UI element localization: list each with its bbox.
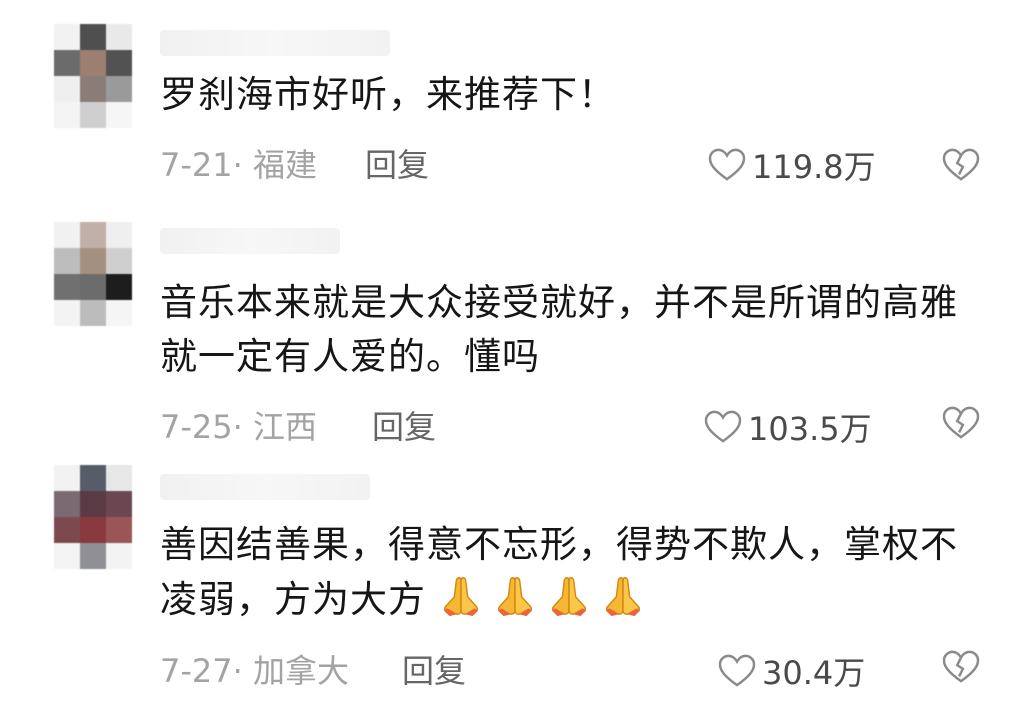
avatar-pixel [54, 465, 80, 491]
avatar-pixel [54, 76, 80, 102]
avatar-pixel [54, 300, 80, 326]
avatar-pixel [54, 24, 80, 50]
like-count: 103.5万 [748, 410, 872, 448]
avatar-pixel [54, 248, 80, 274]
avatar-pixel [106, 76, 132, 102]
avatar-pixel [106, 248, 132, 274]
like-count: 119.8万 [752, 148, 876, 186]
comment-text: 罗刹海市好听，来推荐下！ [160, 73, 616, 116]
comment-text: 善因结善果，得意不忘形，得势不欺人，掌权不凌弱，方为大方 [160, 518, 980, 627]
broken-heart-icon[interactable] [942, 406, 980, 440]
avatar-pixel [106, 24, 132, 50]
avatar-pixel [106, 274, 132, 300]
heart-icon [704, 410, 742, 443]
comment-text: 音乐本来就是大众接受就好，并不是所谓的高雅就一定有人爱的。懂吗 [160, 281, 958, 378]
avatar-pixel [80, 491, 106, 517]
comment-meta: 7-25· 江西 [160, 408, 317, 446]
avatar-pixel [106, 300, 132, 326]
avatar-pixel [106, 491, 132, 517]
praying-hands-icon [605, 577, 641, 617]
avatar-pixel [54, 102, 80, 128]
avatar-pixel [54, 50, 80, 76]
avatar-pixel [54, 491, 80, 517]
avatar-pixel [106, 465, 132, 491]
avatar-pixel [80, 543, 106, 569]
avatar-pixel [54, 517, 80, 543]
avatar-pixel [80, 102, 106, 128]
like-button[interactable]: 103.5万 [704, 404, 872, 450]
avatar[interactable] [54, 222, 132, 326]
praying-hands-icon [551, 577, 587, 617]
avatar-pixel [80, 222, 106, 248]
avatar[interactable] [54, 24, 132, 128]
reply-button[interactable]: 回复 [365, 140, 429, 186]
praying-hands-icon [497, 577, 533, 617]
avatar-pixel [106, 517, 132, 543]
avatar-pixel [106, 50, 132, 76]
broken-heart-icon[interactable] [942, 650, 980, 684]
praying-hands-icon [443, 577, 479, 617]
heart-icon [708, 148, 746, 181]
avatar-pixel [54, 543, 80, 569]
like-button[interactable]: 30.4万 [718, 648, 865, 694]
broken-heart-icon[interactable] [942, 148, 980, 182]
reply-button[interactable]: 回复 [372, 402, 436, 448]
emoji-group [426, 577, 646, 621]
avatar-pixel [80, 76, 106, 102]
username-blurred[interactable] [160, 228, 340, 254]
avatar-pixel [54, 274, 80, 300]
avatar-pixel [54, 222, 80, 248]
avatar-pixel [106, 102, 132, 128]
avatar-pixel [80, 274, 106, 300]
avatar-pixel [80, 248, 106, 274]
heart-icon [718, 654, 756, 687]
avatar-pixel [80, 465, 106, 491]
avatar-pixel [106, 222, 132, 248]
like-count: 30.4万 [762, 654, 866, 692]
username-blurred[interactable] [160, 30, 390, 56]
reply-button[interactable]: 回复 [402, 646, 466, 692]
avatar[interactable] [54, 465, 132, 569]
comment-meta: 7-21· 福建 [160, 146, 317, 184]
avatar-pixel [80, 50, 106, 76]
avatar-pixel [80, 300, 106, 326]
like-button[interactable]: 119.8万 [708, 142, 876, 188]
comment-meta: 7-27· 加拿大 [160, 652, 349, 690]
avatar-pixel [80, 24, 106, 50]
avatar-pixel [106, 543, 132, 569]
avatar-pixel [80, 517, 106, 543]
username-blurred[interactable] [160, 474, 370, 500]
